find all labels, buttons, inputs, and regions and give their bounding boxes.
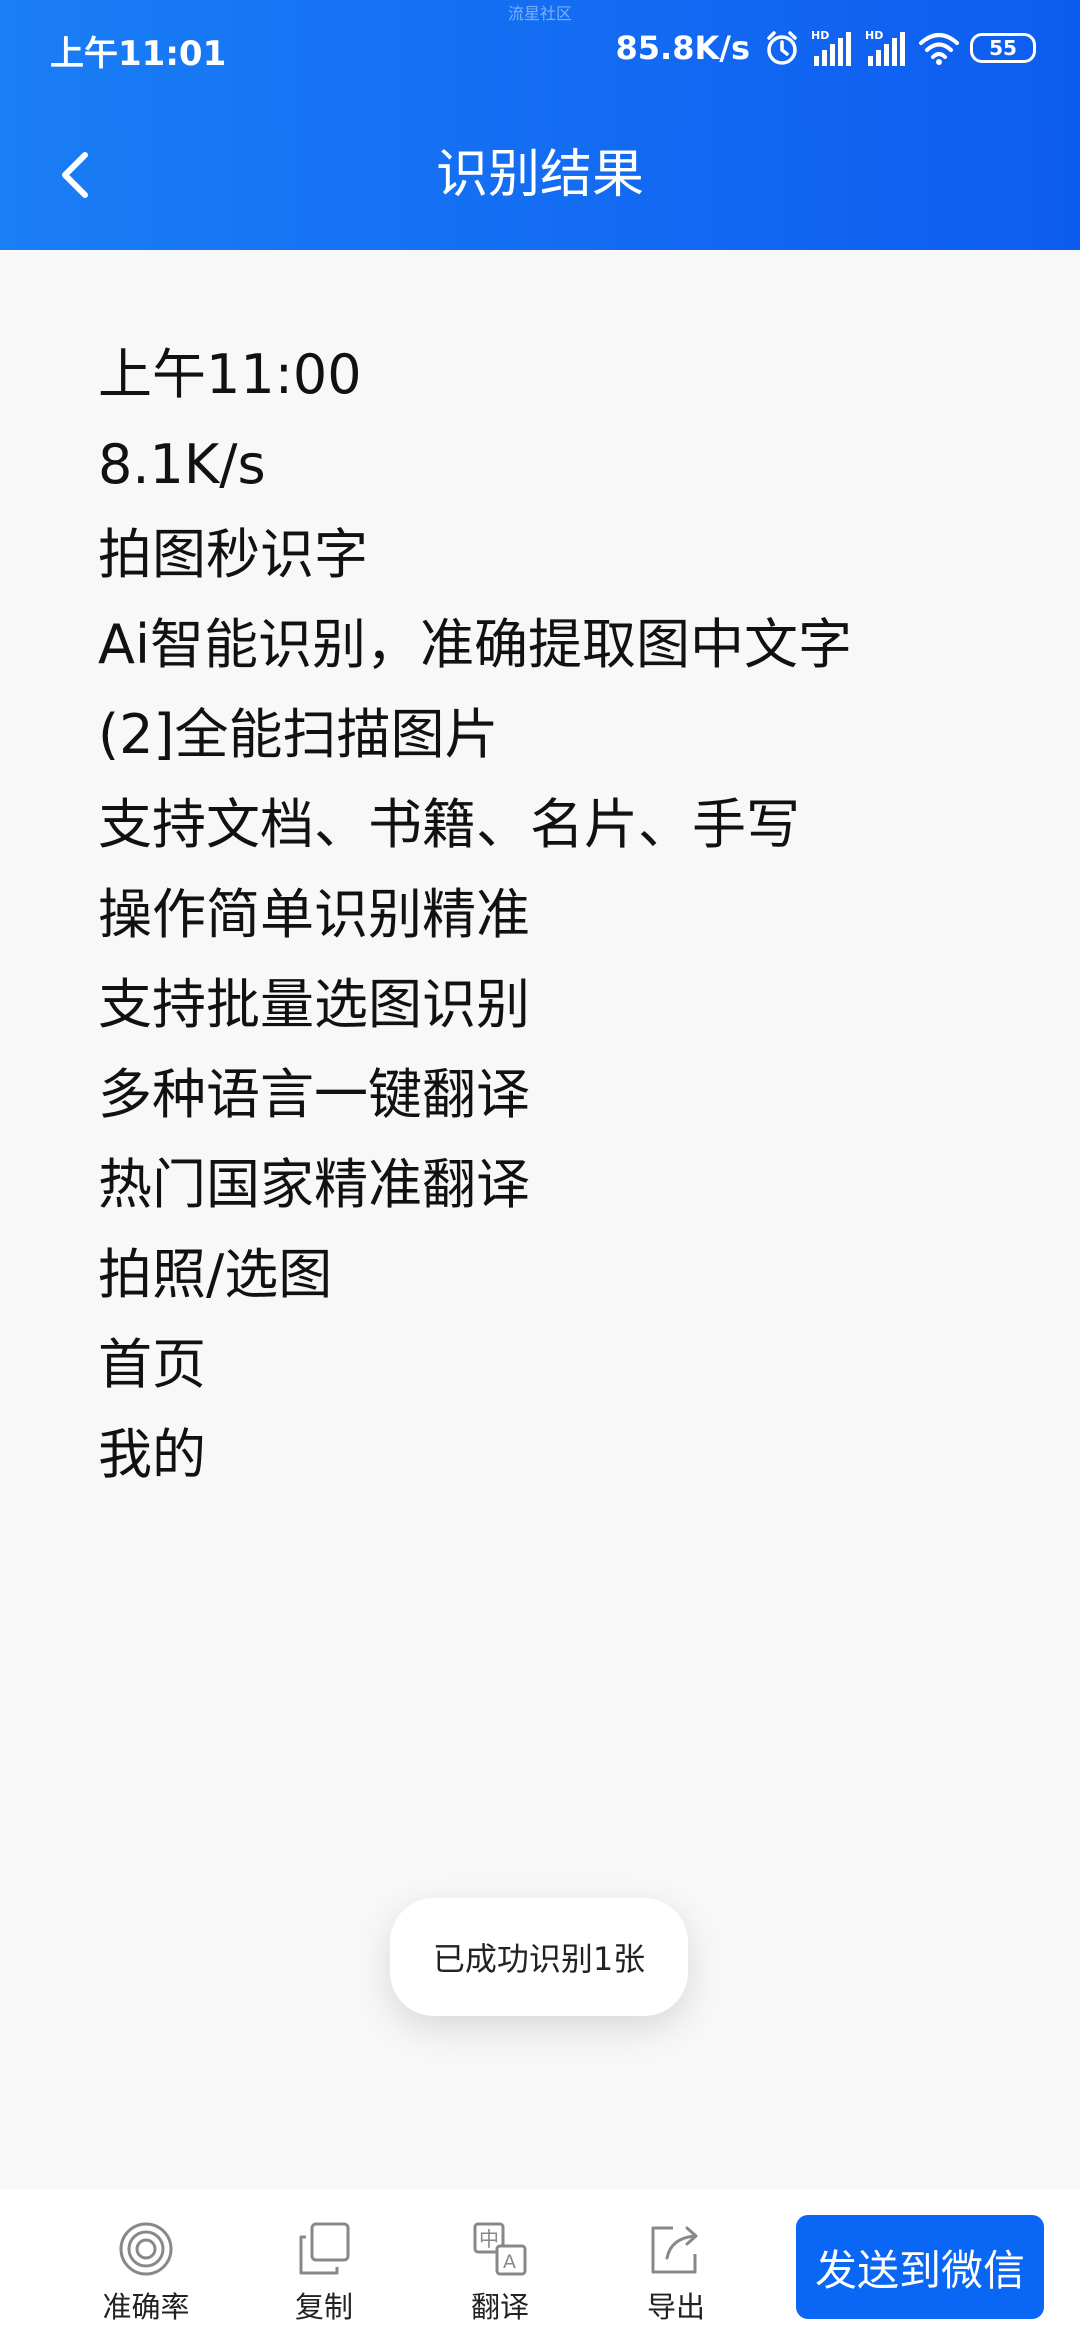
bottom-toolbar: 准确率 复制 中 A 翻译 导出 发送到微信 <box>0 2190 1080 2340</box>
target-icon <box>119 2222 173 2276</box>
result-line: 支持文档、书籍、名片、手写 <box>98 793 800 856</box>
accuracy-button[interactable]: 准确率 <box>76 2220 216 2330</box>
svg-text:HD: HD <box>865 29 883 42</box>
translate-icon: 中 A <box>473 2222 527 2276</box>
send-to-wechat-button[interactable]: 发送到微信 <box>796 2215 1044 2319</box>
success-toast: 已成功识别1张 <box>390 1898 688 2016</box>
alarm-icon <box>764 30 800 66</box>
svg-text:HD: HD <box>811 29 829 42</box>
copy-button[interactable]: 复制 <box>254 2220 394 2330</box>
status-icons: 85.8K/s HD HD 55 <box>616 26 1036 70</box>
translate-button[interactable]: 中 A 翻译 <box>430 2220 570 2330</box>
battery-icon: 55 <box>970 33 1036 63</box>
export-label: 导出 <box>646 2290 705 2324</box>
page-title: 识别结果 <box>435 145 644 205</box>
result-line: 首页 <box>98 1333 206 1396</box>
hd-signal-icon: HD <box>810 28 854 68</box>
header: 流星社区 上午11:01 85.8K/s HD HD 55 识别结果 <box>0 0 1080 250</box>
export-button[interactable]: 导出 <box>606 2220 746 2330</box>
result-line: 8.1K/s <box>98 433 266 496</box>
result-line: 多种语言一键翻译 <box>98 1063 530 1126</box>
svg-text:A: A <box>503 2251 516 2273</box>
recognition-result-text[interactable]: 上午11:00 8.1K/s 拍图秒识字 Ai智能识别，准确提取图中文字 (2]… <box>98 330 998 1500</box>
copy-label: 复制 <box>294 2290 353 2324</box>
watermark: 流星社区 <box>507 4 572 23</box>
status-bar: 上午11:01 85.8K/s HD HD 55 <box>0 22 1080 74</box>
result-line: 操作简单识别精准 <box>98 883 530 946</box>
wifi-icon <box>918 30 960 66</box>
accuracy-label: 准确率 <box>102 2290 190 2324</box>
share-export-icon <box>651 2226 698 2274</box>
nav-bar: 识别结果 <box>0 120 1080 230</box>
copy-icon <box>299 2222 350 2275</box>
result-line: 拍图秒识字 <box>98 523 368 586</box>
result-line: 我的 <box>98 1423 206 1486</box>
network-speed: 85.8K/s <box>615 29 750 67</box>
status-time: 上午11:01 <box>50 34 227 74</box>
result-line: 热门国家精准翻译 <box>98 1153 530 1216</box>
translate-label: 翻译 <box>470 2290 529 2324</box>
result-line: 拍照/选图 <box>98 1243 333 1306</box>
hd-signal-icon: HD <box>864 28 908 68</box>
result-line: (2]全能扫描图片 <box>98 703 499 766</box>
result-line: 支持批量选图识别 <box>98 973 530 1036</box>
result-line: 上午11:00 <box>98 343 362 406</box>
result-line: Ai智能识别，准确提取图中文字 <box>98 613 852 676</box>
